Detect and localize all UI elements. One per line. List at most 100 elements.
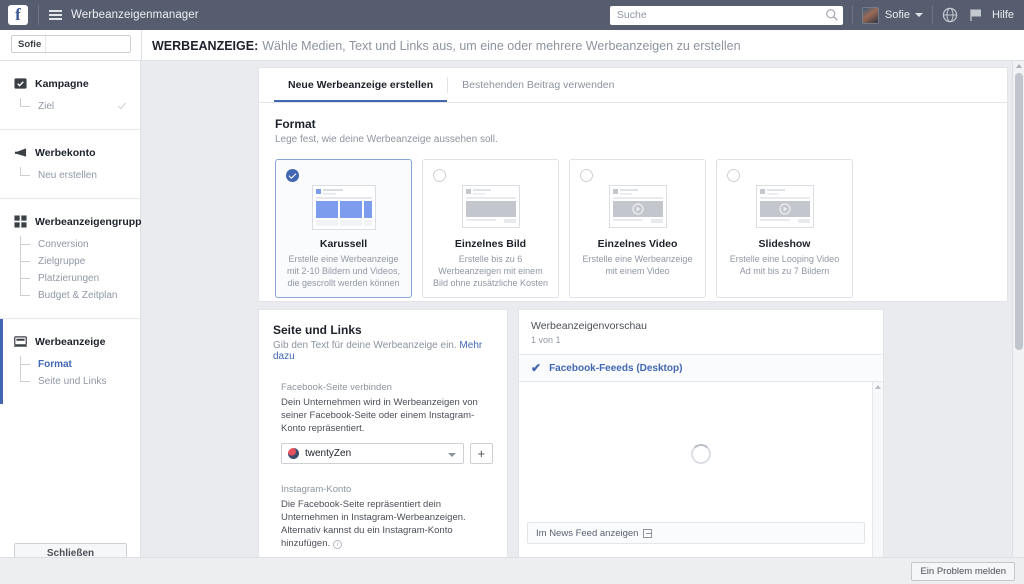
format-card-einzelnes-bild[interactable]: Einzelnes Bild Erstelle bis zu 6 Werbean… <box>422 159 559 298</box>
preview-scrollbar[interactable] <box>872 382 883 573</box>
topbar-title: Werbeanzeigenmanager <box>71 9 199 21</box>
topbar-separator <box>851 6 853 24</box>
format-card-einzelnes-video[interactable]: Einzelnes Video Erstelle eine Werbeanzei… <box>569 159 706 298</box>
radio-slideshow[interactable] <box>727 169 740 182</box>
format-card-desc: Erstelle eine Looping Video Ad mit bis z… <box>729 254 840 276</box>
sidebar-item-zielgruppe[interactable]: Zielgruppe <box>0 253 140 270</box>
sidebar-group-label: Werbekonto <box>35 146 96 159</box>
sidebar-item-label: Neu erstellen <box>38 170 97 181</box>
facebook-page-selector-row: twentyZen + <box>281 443 493 464</box>
sidebar-item-ziel[interactable]: Ziel <box>0 98 140 115</box>
sidebar-item-label: Budget & Zeitplan <box>38 290 118 301</box>
search-icon[interactable] <box>825 8 839 22</box>
sidebar-item-label: Platzierungen <box>38 273 100 284</box>
grid-icon <box>14 215 27 228</box>
sidebar-group-header-kampagne[interactable]: Kampagne <box>0 77 140 90</box>
format-card-title: Einzelnes Bild <box>454 238 527 250</box>
tree-elbow <box>20 270 32 287</box>
user-name-label[interactable]: Sofie <box>885 9 910 21</box>
tree-elbow <box>20 287 32 304</box>
hamburger-menu-icon[interactable] <box>49 8 62 23</box>
avatar[interactable] <box>861 6 879 24</box>
radio-karussell[interactable] <box>286 169 299 182</box>
sidebar-group-werbeanzeigengruppe: Werbeanzeigengruppe Conversion Zielgrupp… <box>0 198 147 318</box>
radio-einzelnes-video[interactable] <box>580 169 593 182</box>
sidebar-item-neu-erstellen[interactable]: Neu erstellen <box>0 167 140 184</box>
sidebar-group-kampagne: Kampagne Ziel <box>0 61 140 129</box>
instagram-label: Instagram-Konto <box>281 484 352 495</box>
top-navigation-bar: f Werbeanzeigenmanager Sofie <box>0 0 1024 30</box>
footer-bar: Ein Problem melden <box>0 557 1024 584</box>
sidebar-item-label: Ziel <box>38 101 55 112</box>
sidebar-group-header-adset[interactable]: Werbeanzeigengruppe <box>0 215 147 228</box>
check-icon <box>117 102 127 110</box>
sidebar-group-werbekonto: Werbekonto Neu erstellen <box>0 129 140 198</box>
preview-header: Werbeanzeigenvorschau 1 von 1 <box>519 310 883 355</box>
format-card-title: Einzelnes Video <box>597 238 678 250</box>
sidebar-item-label: Zielgruppe <box>38 256 86 267</box>
globe-icon[interactable] <box>942 7 958 23</box>
search-input[interactable] <box>609 9 843 21</box>
format-card-title: Karussell <box>319 238 368 250</box>
flag-icon[interactable] <box>968 7 984 23</box>
video-thumb-icon <box>608 185 667 228</box>
tree-elbow <box>20 373 32 390</box>
preview-placement-label: Facebook-Feeeds (Desktop) <box>549 362 683 374</box>
format-section-subtitle: Lege fest, wie deine Werbeanzeige ausseh… <box>275 134 498 145</box>
subheader-divider <box>141 30 142 61</box>
external-link-icon <box>643 528 653 538</box>
help-link[interactable]: Hilfe <box>992 9 1014 21</box>
tree-elbow <box>20 253 32 270</box>
facebook-page-field: Facebook-Seite verbinden Dein Unternehme… <box>273 382 493 464</box>
sidebar-group-header-ad[interactable]: Werbeanzeige <box>0 335 140 348</box>
newsfeed-label: Im News Feed anzeigen <box>536 527 639 539</box>
sidebar-item-label: Seite und Links <box>38 376 107 387</box>
sidebar-item-platzierungen[interactable]: Platzierungen <box>0 270 140 287</box>
chevron-down-icon[interactable] <box>914 13 923 17</box>
instagram-desc: Die Facebook-Seite repräsentiert dein Un… <box>281 498 493 550</box>
account-input[interactable] <box>45 36 130 52</box>
sidebar-item-budget-zeitplan[interactable]: Budget & Zeitplan <box>0 287 140 304</box>
sidebar-item-format[interactable]: Format <box>0 356 140 373</box>
sidebar-group-header-werbekonto[interactable]: Werbekonto <box>0 146 140 159</box>
search-box[interactable] <box>609 5 843 25</box>
add-page-button[interactable]: + <box>469 443 493 464</box>
format-card-slideshow[interactable]: Slideshow Erstelle eine Looping Video Ad… <box>716 159 853 298</box>
campaign-icon <box>14 78 27 89</box>
radio-einzelnes-bild[interactable] <box>433 169 446 182</box>
tab-bestehenden-beitrag[interactable]: Bestehenden Beitrag verwenden <box>448 68 628 102</box>
page-scrollbar[interactable] <box>1012 61 1024 573</box>
tree-elbow <box>20 98 32 115</box>
video-thumb-icon <box>755 185 814 228</box>
tab-bar: Neue Werbeanzeige erstellen Bestehenden … <box>259 68 1007 102</box>
preview-body: Im News Feed anzeigen <box>519 382 883 573</box>
account-selector[interactable]: Sofie <box>11 35 131 53</box>
facebook-page-value: twentyZen <box>305 448 352 459</box>
page-title-prefix: WERBEANZEIGE: <box>152 38 259 53</box>
facebook-page-select[interactable]: twentyZen <box>281 443 464 464</box>
sidebar-item-label: Conversion <box>38 239 89 250</box>
scroll-up-arrow-icon[interactable] <box>1015 64 1022 68</box>
sidebar-item-seite-und-links[interactable]: Seite und Links <box>0 373 140 390</box>
facebook-page-desc: Dein Unternehmen wird in Werbeanzeigen v… <box>281 397 478 434</box>
tree-elbow <box>20 356 32 373</box>
chevron-down-icon[interactable] <box>447 453 456 457</box>
format-cards: Karussell Erstelle eine Werbeanzeige mit… <box>275 159 991 298</box>
scrollbar-thumb[interactable] <box>1015 73 1023 350</box>
format-card-karussell[interactable]: Karussell Erstelle eine Werbeanzeige mit… <box>275 159 412 298</box>
tabs-card: Neue Werbeanzeige erstellen Bestehenden … <box>258 67 1008 102</box>
newsfeed-link[interactable]: Im News Feed anzeigen <box>527 522 865 544</box>
tree-elbow <box>20 236 32 253</box>
tab-neue-werbeanzeige[interactable]: Neue Werbeanzeige erstellen <box>274 68 448 102</box>
facebook-logo-icon[interactable]: f <box>8 5 28 25</box>
report-problem-button[interactable]: Ein Problem melden <box>911 562 1015 581</box>
account-label: Sofie <box>18 38 42 50</box>
single-image-thumb-icon <box>461 185 520 228</box>
sidebar-item-conversion[interactable]: Conversion <box>0 236 140 253</box>
info-icon[interactable]: i <box>333 540 343 549</box>
ad-preview-panel: Werbeanzeigenvorschau 1 von 1 ✔ Facebook… <box>518 309 884 573</box>
topbar-divider <box>38 5 39 25</box>
preview-placement-row[interactable]: ✔ Facebook-Feeeds (Desktop) <box>519 355 883 382</box>
scroll-up-arrow-icon[interactable] <box>875 385 881 389</box>
links-section-title: Seite und Links <box>273 323 362 337</box>
